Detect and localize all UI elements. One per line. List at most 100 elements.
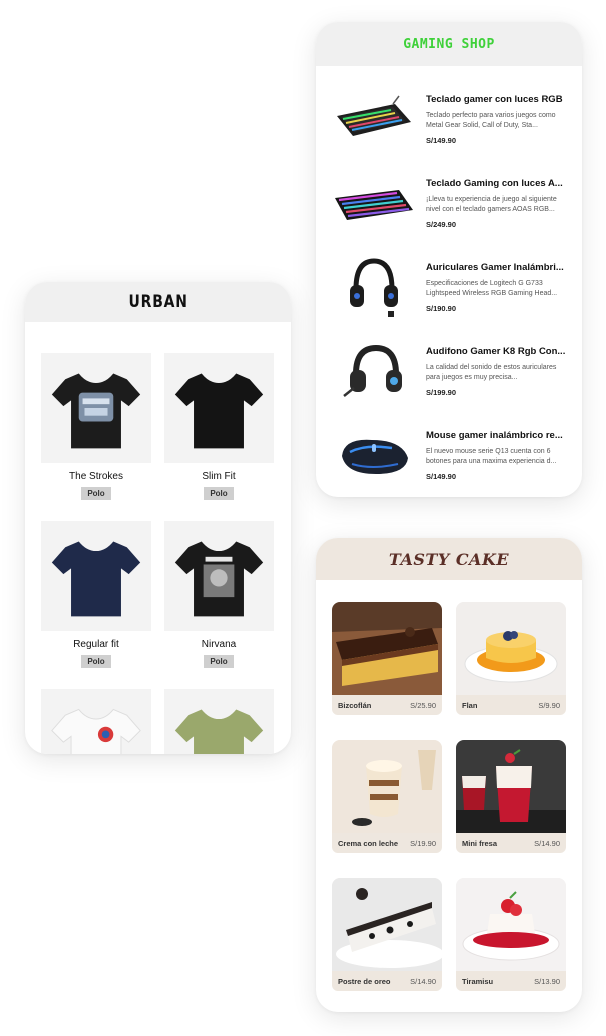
product-image[interactable] — [332, 168, 416, 240]
list-item[interactable]: Teclado gamer con luces RGB Teclado perf… — [332, 84, 572, 168]
product-card[interactable]: Nirvana Polo — [164, 521, 274, 689]
product-name: Regular fit — [73, 639, 119, 650]
product-info-bar: Tiramisu S/13.90 — [456, 971, 566, 991]
flan-icon — [456, 602, 566, 695]
keyboard-icon — [335, 190, 413, 220]
headset-icon — [343, 344, 402, 397]
product-price: S/19.90 — [410, 838, 436, 848]
product-card[interactable] — [164, 689, 274, 754]
product-image[interactable] — [332, 336, 416, 408]
product-name: The Strokes — [69, 471, 123, 482]
gaming-header: GAMING SHOP — [316, 22, 582, 66]
product-description: La calidad del sonido de estos auricular… — [426, 364, 557, 381]
cheesecake-icon — [332, 878, 442, 971]
list-item[interactable]: Auriculares Gamer Inalámbri... Especific… — [332, 252, 572, 336]
product-image[interactable] — [41, 353, 151, 463]
product-name: Postre de oreo — [338, 976, 391, 986]
keyboard-icon — [337, 95, 411, 136]
product-title: Audifono Gamer K8 Rgb Con... — [426, 346, 566, 357]
product-title: Auriculares Gamer Inalámbri... — [426, 262, 564, 273]
category-badge: Polo — [81, 487, 111, 500]
product-price: S/149.90 — [426, 472, 457, 481]
product-image[interactable] — [332, 740, 442, 833]
product-title: Mouse gamer inalámbrico re... — [426, 430, 563, 441]
product-card[interactable]: Bizcoflán S/25.90 — [332, 602, 442, 740]
product-description: El nuevo mouse serie Q13 cuenta con 6 bo… — [426, 448, 557, 465]
product-card[interactable]: Tiramisu S/13.90 — [456, 878, 566, 1012]
product-image[interactable] — [456, 878, 566, 971]
product-image[interactable] — [332, 602, 442, 695]
product-card[interactable]: Mini fresa S/14.90 — [456, 740, 566, 878]
product-image[interactable] — [41, 689, 151, 754]
product-image[interactable] — [164, 521, 274, 631]
tshirt-icon — [51, 708, 141, 754]
product-image[interactable] — [332, 252, 416, 324]
cake-icon — [332, 602, 442, 695]
product-image[interactable] — [456, 602, 566, 695]
product-card[interactable]: Regular fit Polo — [41, 521, 151, 689]
category-badge: Polo — [81, 655, 111, 668]
tasty-header: TASTY CAKE — [316, 538, 582, 580]
gaming-product-list: Teclado gamer con luces RGB Teclado perf… — [332, 84, 572, 497]
mouse-icon — [342, 439, 408, 474]
product-info-bar: Mini fresa S/14.90 — [456, 833, 566, 853]
product-title: Teclado Gaming con luces A... — [426, 178, 563, 189]
product-description: ¡Lleva tu experiencia de juego al siguie… — [426, 196, 557, 213]
product-price: S/190.90 — [426, 304, 457, 313]
product-image[interactable] — [164, 353, 274, 463]
product-image[interactable] — [332, 878, 442, 971]
product-info-bar: Bizcoflán S/25.90 — [332, 695, 442, 715]
product-price: S/14.90 — [534, 838, 560, 848]
product-name: Tiramisu — [462, 976, 494, 986]
product-description: Especificaciones de Logitech G G733 Ligh… — [426, 280, 558, 297]
gaming-title: GAMING SHOP — [403, 36, 495, 52]
product-price: S/9.90 — [538, 700, 560, 710]
product-price: S/25.90 — [410, 700, 436, 710]
tshirt-icon — [174, 709, 264, 754]
gaming-app-card: GAMING SHOP Teclado gamer con luces RGB … — [316, 22, 582, 497]
product-name: Mini fresa — [462, 838, 498, 848]
tasty-title: TASTY CAKE — [388, 549, 510, 569]
tshirt-icon — [174, 373, 264, 449]
list-item[interactable]: Mouse gamer inalámbrico re... El nuevo m… — [332, 420, 572, 497]
category-badge: Polo — [204, 655, 234, 668]
product-price: S/249.90 — [426, 220, 457, 229]
product-name: Crema con leche — [338, 838, 399, 848]
tshirt-icon — [51, 373, 141, 449]
urban-app-card: URBAN The Strokes Polo Slim Fit Polo Reg… — [25, 282, 291, 754]
product-price: S/149.90 — [426, 136, 457, 145]
product-image[interactable] — [456, 740, 566, 833]
product-image[interactable] — [332, 84, 416, 156]
urban-header: URBAN — [25, 282, 291, 322]
urban-product-grid: The Strokes Polo Slim Fit Polo Regular f… — [41, 353, 279, 754]
product-info-bar: Flan S/9.90 — [456, 695, 566, 715]
product-image[interactable] — [332, 420, 416, 492]
product-card[interactable]: Slim Fit Polo — [164, 353, 274, 521]
tasty-product-grid: Bizcoflán S/25.90 Flan S/9.90 Crema con … — [332, 602, 566, 1012]
product-card[interactable]: The Strokes Polo — [41, 353, 151, 521]
product-info-bar: Postre de oreo S/14.90 — [332, 971, 442, 991]
product-image[interactable] — [41, 521, 151, 631]
tshirt-icon — [51, 541, 141, 617]
product-title: Teclado gamer con luces RGB — [426, 94, 563, 105]
product-name: Flan — [462, 700, 478, 710]
product-info-bar: Crema con leche S/19.90 — [332, 833, 442, 853]
product-card[interactable]: Postre de oreo S/14.90 — [332, 878, 442, 1012]
dessert-cup-icon — [332, 740, 442, 833]
product-card[interactable]: Flan S/9.90 — [456, 602, 566, 740]
product-name: Slim Fit — [202, 471, 236, 482]
urban-title: URBAN — [128, 292, 188, 312]
product-name: Nirvana — [201, 639, 237, 650]
product-name: Bizcoflán — [338, 700, 372, 710]
product-image[interactable] — [164, 689, 274, 754]
list-item[interactable]: Teclado Gaming con luces A... ¡Lleva tu … — [332, 168, 572, 252]
dessert-glass-icon — [456, 740, 566, 833]
product-card[interactable]: Crema con leche S/19.90 — [332, 740, 442, 878]
panna-cotta-icon — [456, 878, 566, 971]
category-badge: Polo — [204, 487, 234, 500]
product-price: S/199.90 — [426, 388, 457, 397]
product-card[interactable] — [41, 689, 151, 754]
list-item[interactable]: Audifono Gamer K8 Rgb Con... La calidad … — [332, 336, 572, 420]
product-description: Teclado perfecto para varios juegos como… — [426, 112, 556, 129]
tshirt-icon — [174, 541, 264, 617]
